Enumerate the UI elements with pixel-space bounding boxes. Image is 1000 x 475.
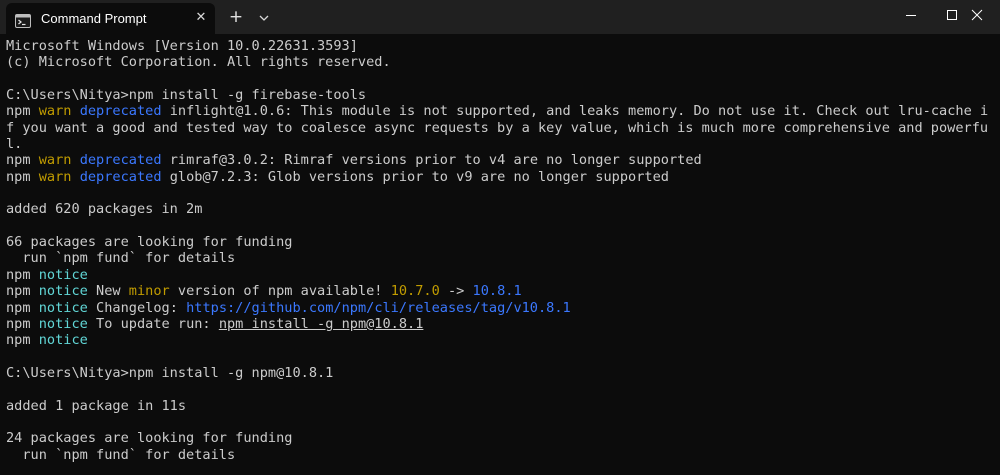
- terminal-line: C:\Users\Nitya>npm install -g npm@10.8.1: [6, 364, 334, 381]
- terminal-text-segment: npm: [6, 152, 39, 169]
- terminal-line: npm notice New minor version of npm avai…: [6, 283, 988, 299]
- terminal-text-segment: warn: [38, 168, 72, 185]
- terminal-text-segment: To update run:: [87, 315, 219, 332]
- terminal-icon: [15, 13, 31, 32]
- terminal-line: Microsoft Windows [Version 10.0.22631.35…: [6, 38, 358, 54]
- terminal-text-segment: notice: [38, 315, 88, 332]
- terminal-text-segment: npm: [6, 168, 39, 185]
- terminal-line: l.: [6, 136, 23, 153]
- terminal-text-segment: notice: [38, 299, 88, 316]
- terminal-text-segment: glob@7.2.3: Glob versions prior to v9 ar…: [161, 168, 669, 185]
- terminal-text-segment: npm: [6, 315, 39, 332]
- terminal-line: added 620 packages in 2m: [6, 201, 203, 218]
- title-bar: Command Prompt ✕ +: [0, 0, 1000, 34]
- terminal-line: run `npm fund` for details: [6, 250, 236, 267]
- terminal-text-segment: 10.8.1: [472, 283, 522, 300]
- terminal-line: npm warn deprecated glob@7.2.3: Glob ver…: [6, 169, 988, 185]
- terminal-text-segment: npm install -g npm@10.8.1: [218, 315, 424, 332]
- tab-title: Command Prompt: [41, 11, 147, 26]
- terminal-text-segment: npm: [6, 332, 39, 349]
- terminal-line: (c) Microsoft Corporation. All rights re…: [6, 54, 391, 71]
- new-tab-button[interactable]: +: [225, 7, 247, 29]
- terminal-text-segment: version of npm available!: [169, 283, 391, 300]
- terminal-text-segment: npm: [6, 283, 39, 300]
- close-tab-icon[interactable]: ✕: [192, 9, 210, 27]
- terminal-text-segment: ->: [439, 283, 473, 300]
- terminal-text-segment: minor: [128, 283, 170, 300]
- terminal-text-segment: https://github.com/npm/cli/releases/tag/…: [186, 299, 571, 316]
- terminal-text-segment: 10.7.0: [390, 283, 440, 300]
- terminal-line: npm notice To update run: npm install -g…: [6, 316, 988, 332]
- terminal-line: 24 packages are looking for funding: [6, 430, 293, 447]
- terminal-text-segment: warn: [38, 103, 72, 120]
- terminal-text-segment: rimraf@3.0.2: Rimraf versions prior to v…: [161, 152, 702, 169]
- terminal-text-segment: deprecated: [79, 168, 162, 185]
- terminal-text-segment: inflight@1.0.6: This module is not suppo…: [161, 103, 989, 120]
- terminal-line: npm warn deprecated inflight@1.0.6: This…: [6, 103, 988, 119]
- terminal-output[interactable]: Microsoft Windows [Version 10.0.22631.35…: [0, 34, 1000, 475]
- terminal-text-segment: deprecated: [79, 152, 162, 169]
- terminal-text-segment: notice: [38, 266, 88, 283]
- terminal-text-segment: Changelog:: [87, 299, 187, 316]
- terminal-text-segment: New: [87, 283, 129, 300]
- tab-command-prompt[interactable]: Command Prompt ✕: [6, 3, 215, 34]
- close-icon[interactable]: [954, 0, 1000, 30]
- terminal-line: 66 packages are looking for funding: [6, 234, 293, 251]
- chevron-down-icon[interactable]: [255, 9, 273, 27]
- terminal-text-segment: notice: [38, 283, 88, 300]
- terminal-line: added 1 package in 11s: [6, 397, 187, 414]
- terminal-lines: Microsoft Windows [Version 10.0.22631.35…: [6, 38, 988, 463]
- terminal-text-segment: npm: [6, 266, 39, 283]
- terminal-text-segment: npm: [6, 299, 39, 316]
- terminal-text-segment: notice: [38, 332, 88, 349]
- terminal-line: f you want a good and tested way to coal…: [6, 119, 989, 136]
- terminal-text-segment: warn: [38, 152, 72, 169]
- terminal-line: run `npm fund` for details: [6, 446, 236, 463]
- terminal-line: npm warn deprecated rimraf@3.0.2: Rimraf…: [6, 152, 988, 168]
- terminal-line: npm notice Changelog: https://github.com…: [6, 300, 988, 316]
- terminal-line: npm notice: [6, 267, 988, 283]
- minimize-icon[interactable]: [888, 0, 934, 30]
- terminal-line: C:\Users\Nitya>npm install -g firebase-t…: [6, 87, 367, 104]
- terminal-text-segment: npm: [6, 103, 39, 120]
- terminal-line: npm notice: [6, 332, 988, 348]
- terminal-text-segment: deprecated: [79, 103, 162, 120]
